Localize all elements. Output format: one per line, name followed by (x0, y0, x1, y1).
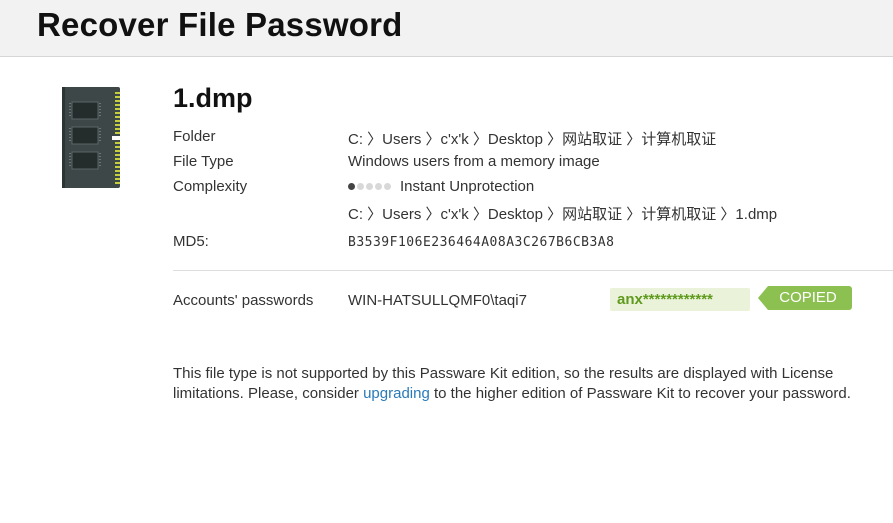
md5-value: B3539F106E236464A08A3C267B6CB3A8 (348, 235, 615, 250)
section-divider (173, 270, 893, 271)
notice-line-1: This file type is not supported by this … (173, 365, 834, 382)
complexity-dot (348, 183, 355, 190)
upgrading-link[interactable]: upgrading (363, 385, 430, 402)
md5-label: MD5: (173, 233, 209, 250)
folder-label: Folder (173, 128, 216, 145)
file-path-value: C: 〉Users 〉c'x'k 〉Desktop 〉网站取证 〉计算机取证 〉… (348, 206, 778, 223)
page-title: Recover File Password (37, 6, 403, 43)
complexity-dot (366, 183, 373, 190)
memory-module-icon (60, 86, 124, 190)
complexity-dot (357, 183, 364, 190)
complexity-dot (384, 183, 391, 190)
notice-line-2-start: limitations. Please, consider (173, 385, 364, 402)
complexity-level-indicator (348, 183, 393, 190)
recovered-password[interactable]: anx************ (610, 288, 750, 311)
complexity-dot (375, 183, 382, 190)
account-name: WIN-HATSULLQMF0\taqi7 (348, 292, 527, 309)
complexity-label: Complexity (173, 178, 248, 195)
license-notice: This file type is not supported by this … (173, 364, 893, 404)
copied-badge[interactable]: COPIED (758, 286, 852, 310)
complexity-text: Instant Unprotection (400, 178, 535, 195)
accounts-label: Accounts' passwords (173, 292, 314, 309)
notice-line-2: limitations. Please, consider upgrading … (173, 384, 893, 404)
complexity-value: Instant Unprotection (348, 178, 534, 195)
header-bar: Recover File Password (0, 0, 893, 57)
notice-line-2-end: to the higher edition of Passware Kit to… (429, 385, 851, 402)
filetype-value: Windows users from a memory image (348, 153, 600, 170)
folder-value: C: 〉Users 〉c'x'k 〉Desktop 〉网站取证 〉计算机取证 (348, 131, 717, 148)
file-name: 1.dmp (173, 83, 253, 113)
filetype-label: File Type (173, 153, 234, 170)
